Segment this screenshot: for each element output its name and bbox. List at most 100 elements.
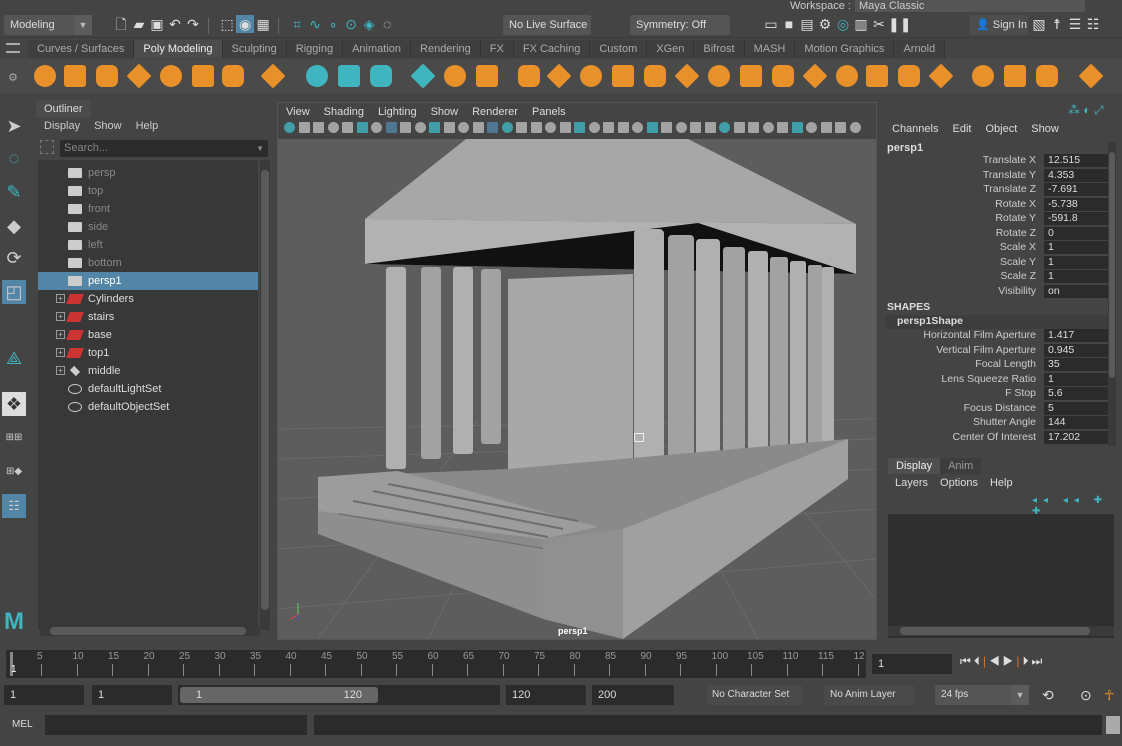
channel-value[interactable]: 4.353 [1044,168,1108,182]
go-to-end-icon[interactable]: ⏭ [1032,654,1046,668]
save-icon[interactable]: ▣ [148,15,166,33]
viewport-tool-icon[interactable] [704,122,716,133]
select-component-icon[interactable]: ▦ [254,15,272,33]
scale-tool-icon[interactable]: ◰ [2,280,26,304]
viewport-tool-icon[interactable] [603,122,614,133]
viewport-menu-item[interactable]: Lighting [378,106,417,118]
viewport-tool-icon[interactable] [385,122,397,133]
channel-box-scrollbar[interactable] [1108,142,1116,446]
outliner-scrollbar[interactable] [260,160,270,630]
viewport-tool-icon[interactable] [545,122,556,133]
outliner-search-input[interactable]: Search... ▼ [60,140,268,157]
shelf-tool-icon[interactable] [160,65,182,87]
shelf-tab[interactable]: Sculpting [222,40,287,58]
viewport-tool-icon[interactable] [632,122,643,133]
pause-icon[interactable]: ❚❚ [888,15,911,33]
viewport-tool-icon[interactable] [646,122,658,133]
shelf-tool-icon[interactable] [898,65,920,87]
expand-icon[interactable]: + [56,330,65,339]
shelf-tab[interactable]: MASH [744,40,796,58]
play-forward-icon[interactable]: ▶ [1003,654,1017,668]
viewport-tool-icon[interactable] [356,122,368,133]
shelf-tool-icon[interactable] [370,65,392,87]
shelf-tool-icon[interactable] [518,65,540,87]
character-set-dropdown[interactable]: No Character Set [706,685,802,705]
viewport-tool-icon[interactable] [675,122,687,133]
viewport-tool-icon[interactable] [458,122,469,133]
shelf-tool-icon[interactable] [338,65,360,87]
tool-settings-icon[interactable]: ☷ [1084,15,1102,33]
channel-row[interactable]: F Stop 5.6 [886,387,1108,401]
channel-value[interactable]: 1 [1044,241,1108,254]
outliner-menu-item[interactable]: Display [44,120,80,132]
viewport-tool-icon[interactable] [342,122,353,133]
shelf-tool-icon[interactable] [96,65,118,87]
play-backward-icon[interactable]: ◀ [989,654,1003,668]
shelf-tool-icon[interactable] [708,65,730,87]
layer-hscrollbar[interactable] [888,626,1114,636]
viewport-tool-icon[interactable] [690,122,701,133]
show-manipulator-icon[interactable]: ⟁ [2,346,26,370]
shelf-tool-icon[interactable] [222,65,244,87]
viewport-tool-icon[interactable] [574,122,585,133]
outliner-item[interactable]: front [38,200,258,218]
filter-icon[interactable] [40,140,54,154]
layer-menu-item[interactable]: Help [990,477,1013,489]
outliner-menu-item[interactable]: Show [94,120,122,132]
layer-toggle-icon[interactable]: ⤢ [1094,103,1104,117]
paint-select-icon[interactable]: ✎ [2,180,26,204]
layer-menu-item[interactable]: Options [940,477,978,489]
range-slider-handle[interactable]: 1 120 [180,687,378,703]
shelf-tab[interactable]: FX Caching [513,40,591,58]
render-frame-icon[interactable]: ■ [780,15,798,33]
channel-value[interactable]: 1.417 [1044,329,1108,342]
timeline-track[interactable]: 1 5 10 15 20 25 30 35 40 45 50 55 60 65 70 75 80 85 90 95 1… [6,650,866,678]
channel-row[interactable]: Lens Squeeze Ratio 1 [886,372,1108,387]
loop-icon[interactable]: ⟲ [1042,687,1054,704]
workspace-dropdown[interactable]: Maya Classic [854,0,1085,12]
anim-end-field[interactable]: 200 [592,685,674,705]
channel-value[interactable]: -591.8 [1044,212,1108,225]
live-surface-field[interactable]: No Live Surface [503,15,591,35]
workspace-selector[interactable]: Workspace : Maya Classic [790,0,1085,12]
shelf-tool-icon[interactable] [866,65,888,87]
open-folder-icon[interactable]: ▰ [130,15,148,33]
shelf-tool-icon[interactable] [34,65,56,87]
step-back-icon[interactable]: ⏴ [974,654,983,668]
channel-value[interactable]: 144 [1044,416,1108,429]
symmetry-dropdown[interactable]: Symmetry: Off [630,15,730,35]
new-scene-icon[interactable]: 🗋 [112,15,130,33]
shelf-tool-icon[interactable] [1036,65,1058,87]
viewport-tool-icon[interactable] [733,122,745,133]
viewport-tool-icon[interactable] [835,122,846,133]
select-object-icon[interactable]: ◉ [236,15,255,33]
channel-row[interactable]: Rotate X -5.738 [886,197,1108,212]
outliner-item[interactable]: + Cylinders [38,290,258,308]
snap-curve-icon[interactable]: ∿ [306,15,324,33]
channel-row[interactable]: Shutter Angle 144 [886,416,1108,430]
character-controls-icon[interactable]: ☨ [1048,15,1066,33]
outliner-item[interactable]: left [38,236,258,254]
shelf-tab[interactable]: Bifrost [694,40,745,58]
render-setup-icon[interactable]: ▥ [852,15,870,33]
channel-row[interactable]: Center Of Interest 17.202 [886,430,1108,445]
channel-row[interactable]: Vertical Film Aperture 0.945 [886,343,1108,358]
outliner-tab[interactable]: Outliner [36,100,91,118]
shelf-tool-icon[interactable] [260,63,286,89]
outliner-hscrollbar[interactable] [40,626,260,636]
viewport-canvas[interactable]: persp1 [278,139,876,639]
shelf-tool-icon[interactable] [740,65,762,87]
channel-value[interactable]: 5.6 [1044,387,1108,400]
mel-label[interactable]: MEL [12,719,33,730]
channel-value[interactable]: 17.202 [1044,430,1108,444]
outliner-item[interactable]: defaultObjectSet [38,398,258,416]
start-time-field[interactable]: 1 [4,685,84,705]
hypershade-icon[interactable]: ◎ [834,15,852,33]
channel-value[interactable]: -5.738 [1044,197,1108,211]
channel-value[interactable]: 1 [1044,372,1108,386]
viewport-tool-icon[interactable] [849,122,861,133]
channel-box-menu-item[interactable]: Object [985,123,1017,135]
shelf-tool-icon[interactable] [306,65,328,87]
shelf-tab[interactable]: Rigging [286,40,344,58]
viewport-tool-icon[interactable] [516,122,527,133]
